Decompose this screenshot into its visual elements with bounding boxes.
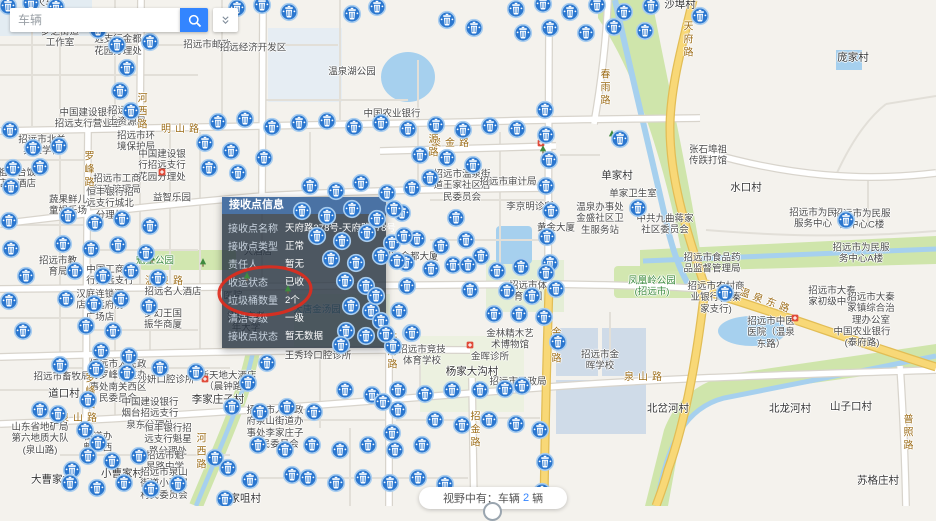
map-label: 北龙河村: [769, 403, 811, 416]
map-label: 招远市金 晖学校: [581, 350, 619, 373]
bottom-control-partial[interactable]: [483, 502, 502, 521]
map-label: 招远市审计局: [479, 176, 536, 187]
panel-body: 接收点名称 天府路378号-天府路378号 接收点类型 正常 责任人 暂无 收运…: [222, 214, 386, 348]
map-label: 招远市教 育局: [39, 256, 77, 279]
map-label: 吴家咀村: [219, 493, 261, 506]
field-row-point-status: 接收点状态 暂无数据: [228, 326, 386, 344]
map-label: 苏格庄村: [857, 475, 899, 488]
map-label: 街道办 魁星西: [84, 432, 113, 455]
map-label: 中国建设银 行招远支行 花园分理处: [138, 149, 186, 183]
road-label: 温泉路: [145, 276, 187, 288]
road-label: 春雨路: [597, 69, 609, 108]
map-label: 招远市竞技 体育学校: [398, 345, 446, 368]
map-label: 黄金大厦: [537, 222, 575, 233]
road-label: 泉山路: [59, 413, 101, 425]
map-label: 小曹家村: [101, 468, 143, 481]
map-label: 温泉办事处 金盛社区卫 生服务站: [576, 202, 624, 236]
road-label: 温泉东路: [738, 287, 795, 317]
map-label: 恒丰银行招 远支行城北 分理处: [86, 187, 134, 221]
map-label: 水口村: [730, 182, 762, 195]
map-label: 招远金都大厦: [381, 251, 438, 262]
status-suffix: 辆: [532, 490, 543, 506]
road-label: 明山路: [161, 124, 203, 136]
map-label: 新天地大酒店 （晨钟路）: [199, 371, 256, 394]
map-label: 北岔河村: [647, 403, 689, 416]
collapse-button[interactable]: [213, 8, 238, 32]
map-label: 王秀玲口腔诊所: [285, 350, 352, 361]
map-label: 招远市大秦 家镇综合治 理办公室: [847, 292, 895, 326]
road-label: 天府路: [680, 21, 692, 60]
map-label: 庞家村: [837, 52, 869, 65]
search-icon: [187, 13, 202, 28]
field-row-bin-count: 垃圾桶数量 2个: [228, 290, 386, 308]
road-label: 罗峰路: [82, 373, 94, 412]
field-row-type: 接收点类型 正常: [228, 236, 386, 254]
map-label: 招远市农村商 业银行(大秦 家支行): [687, 281, 744, 315]
map-label: 温泉湖公园: [328, 66, 376, 77]
map-label: 凤凰岭公园 (招远市): [628, 276, 676, 299]
map-label: 招远市泉山 街道小曹家 村民委员会: [140, 467, 188, 501]
road-label: 罗峰路: [81, 151, 93, 190]
field-row-clean-level: 清洁等级 一级: [228, 308, 386, 326]
road-label: 河西路: [193, 433, 205, 472]
map-label: 中国工商银 行招远支行: [86, 265, 134, 288]
road-label: 聚金路: [431, 138, 473, 150]
panel-title: 接收点信息: [222, 197, 386, 214]
map-label: 汉庭连锁酒 店招远府前 广场店: [76, 289, 124, 323]
status-prefix: 视野中有：车辆: [443, 490, 520, 506]
map-label: 招远市食品药 品监督管理局: [683, 253, 740, 276]
road-label: 金晖路: [548, 327, 560, 366]
road-label: 金源路: [425, 121, 437, 160]
map-label: 祖公台饭 店大酒店: [0, 168, 36, 191]
map-label: 魁星公园: [136, 255, 174, 266]
road-label: 招金路: [467, 411, 479, 450]
map-label: 益智乐园: [153, 192, 191, 203]
map-label: 招远市为民服 务中心C楼: [833, 209, 890, 232]
map-label: 山子口村: [830, 401, 872, 414]
map-label: 金晖诊所: [471, 351, 509, 362]
map-label: 山东省地矿局 第六地质大队 (泉山路): [11, 422, 68, 456]
road-label: 普照路: [900, 414, 912, 453]
map-label: 招远市为民服 务中心A楼: [832, 243, 889, 266]
map-label: 单家村: [601, 170, 633, 183]
map-labels-layer: 火车站梦芝街道 工作室恒丰银行招 远支行金都 花园分理处招远市邮政招远经济开发区…: [0, 0, 936, 506]
map-label: 招远市体 育公园: [509, 281, 547, 304]
search-bar: [10, 8, 238, 32]
map-label: 招远经济开发区: [220, 42, 287, 53]
field-row-collect-status: 收运状态 已收: [228, 272, 386, 290]
map-label: 张石埠祖 传跌打馆: [689, 145, 727, 168]
vehicle-count: 2: [523, 492, 529, 504]
map-label: 蔬果鲜儿 童娱乐场: [49, 195, 87, 218]
search-input[interactable]: [10, 8, 180, 32]
map-label: 招远市北关 实验学校: [18, 135, 66, 158]
map-label: 中国农业银行: [363, 108, 420, 119]
map-application: { "search": { "placeholder": "车辆" }, "in…: [0, 0, 936, 506]
receive-point-info-panel: 接收点信息 接收点名称 天府路378号-天府路378号 接收点类型 正常 责任人…: [222, 197, 386, 348]
map-label: 李京明诊所: [506, 201, 554, 212]
map-label: 沙妍口腔诊所: [137, 374, 194, 385]
map-label: 招远名人酒店: [144, 286, 201, 297]
map-label: 大曹家村: [31, 474, 73, 487]
map-label: 招远市中医 医院（温泉 东路）: [747, 316, 795, 350]
map-label: 单家卫生室: [609, 188, 657, 199]
map-label: 道口村: [48, 388, 80, 401]
map-label: 梦幻王国 振华商厦: [144, 309, 182, 332]
road-label: 泉山路: [624, 372, 666, 384]
map-label: 沙埠村: [664, 0, 696, 11]
map-label: 金林精木艺 术博物馆: [486, 329, 534, 352]
road-label: 河西路: [134, 93, 146, 132]
map-label: 招远市为民 服务中心: [789, 208, 837, 231]
field-row-owner: 责任人 暂无: [228, 254, 386, 272]
chevron-double-down-icon: [219, 13, 232, 28]
map-label: 中国农业银行 (泰府路): [833, 327, 890, 350]
map-label: 招远市人民政 府泉山街道办 事处李家庄子 居民委员会: [246, 405, 303, 451]
map-label: 李家庄子村: [192, 394, 245, 407]
search-button[interactable]: [180, 8, 208, 32]
field-row-name: 接收点名称 天府路378号-天府路378号: [228, 218, 386, 236]
map-label: 中共九曲蒋家 社区委员会: [636, 214, 693, 237]
map-label: 杨家大沟村: [446, 366, 499, 379]
